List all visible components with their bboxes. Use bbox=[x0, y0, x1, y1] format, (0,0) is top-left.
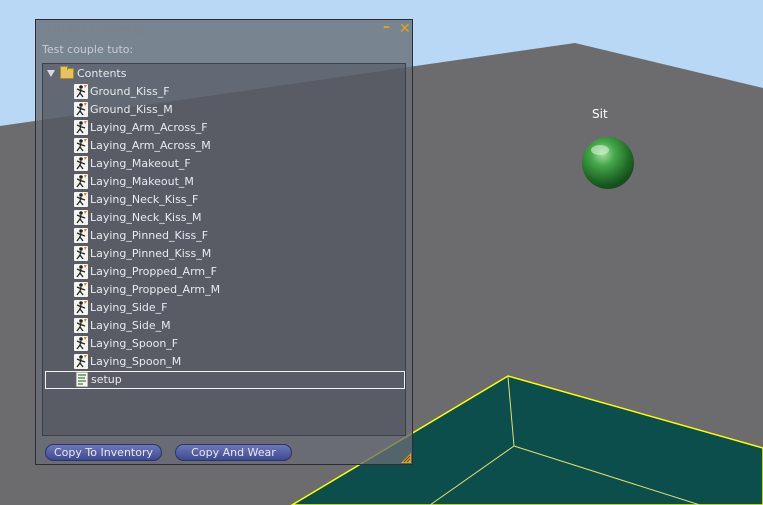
tree-item[interactable]: Laying_Makeout_M bbox=[43, 173, 405, 191]
sit-sphere[interactable] bbox=[582, 137, 634, 189]
tree-item-label: Ground_Kiss_M bbox=[90, 103, 173, 116]
tree-item[interactable]: Laying_Spoon_M bbox=[43, 353, 405, 371]
copy-to-inventory-button[interactable]: Copy To Inventory bbox=[45, 444, 162, 461]
expand-triangle-icon[interactable] bbox=[47, 70, 55, 77]
tree-item[interactable]: Laying_Makeout_F bbox=[43, 155, 405, 173]
animation-icon bbox=[74, 120, 88, 135]
tree-item[interactable]: Laying_Propped_Arm_F bbox=[43, 263, 405, 281]
window-title: Object Contents bbox=[48, 22, 145, 36]
animation-icon bbox=[74, 138, 88, 153]
tree-item[interactable]: Laying_Pinned_Kiss_M bbox=[43, 245, 405, 263]
animation-icon bbox=[74, 336, 88, 351]
animation-icon bbox=[74, 354, 88, 369]
tree-item-label: Laying_Makeout_F bbox=[90, 157, 191, 170]
tree-item-label: Laying_Neck_Kiss_M bbox=[90, 211, 202, 224]
tree-item-label: Laying_Arm_Across_M bbox=[90, 139, 211, 152]
tree-item-label: setup bbox=[91, 373, 122, 386]
resize-handle-icon[interactable] bbox=[401, 453, 411, 463]
object-contents-window[interactable]: Object Contents – ✕ Test couple tuto: Co… bbox=[35, 19, 413, 465]
animation-icon bbox=[74, 246, 88, 261]
tree-item[interactable]: Laying_Pinned_Kiss_F bbox=[43, 227, 405, 245]
tree-item[interactable]: Ground_Kiss_M bbox=[43, 101, 405, 119]
animation-icon bbox=[74, 318, 88, 333]
folder-label: Contents bbox=[77, 67, 127, 80]
tree-item-label: Laying_Spoon_F bbox=[90, 337, 179, 350]
animation-icon bbox=[74, 174, 88, 189]
tree-item-label: Laying_Propped_Arm_F bbox=[90, 265, 217, 278]
animation-icon bbox=[74, 282, 88, 297]
inventory-tree[interactable]: Contents Ground_Kiss_F Ground_Kiss_M Layin… bbox=[42, 63, 406, 436]
tree-item-label: Laying_Pinned_Kiss_F bbox=[90, 229, 209, 242]
copy-and-wear-button[interactable]: Copy And Wear bbox=[175, 444, 292, 461]
folder-icon bbox=[60, 66, 74, 79]
tree-item-label: Ground_Kiss_F bbox=[90, 85, 170, 98]
tree-folder-contents[interactable]: Contents bbox=[43, 65, 405, 83]
tree-item[interactable]: Laying_Arm_Across_F bbox=[43, 119, 405, 137]
tree-item[interactable]: Laying_Arm_Across_M bbox=[43, 137, 405, 155]
tree-item[interactable]: Laying_Propped_Arm_M bbox=[43, 281, 405, 299]
animation-icon bbox=[74, 210, 88, 225]
tree-item-label: Laying_Side_F bbox=[90, 301, 168, 314]
tree-item[interactable]: Ground_Kiss_F bbox=[43, 83, 405, 101]
tree-item-label: Laying_Neck_Kiss_F bbox=[90, 193, 199, 206]
sit-sphere-highlight bbox=[591, 145, 609, 155]
animation-icon bbox=[74, 102, 88, 117]
tree-item[interactable]: Laying_Spoon_F bbox=[43, 335, 405, 353]
script-icon bbox=[75, 371, 89, 388]
tree-item[interactable]: Laying_Side_F bbox=[43, 299, 405, 317]
tree-item[interactable]: setup bbox=[45, 371, 405, 389]
animation-icon bbox=[74, 84, 88, 99]
tree-item-label: Laying_Propped_Arm_M bbox=[90, 283, 221, 296]
tree-item-label: Laying_Pinned_Kiss_M bbox=[90, 247, 212, 260]
tree-item-label: Laying_Side_M bbox=[90, 319, 171, 332]
animation-icon bbox=[74, 156, 88, 171]
tree-item-label: Laying_Arm_Across_F bbox=[90, 121, 208, 134]
animation-icon bbox=[74, 192, 88, 207]
tree-item[interactable]: Laying_Neck_Kiss_M bbox=[43, 209, 405, 227]
tree-item[interactable]: Laying_Neck_Kiss_F bbox=[43, 191, 405, 209]
tree-item-label: Laying_Makeout_M bbox=[90, 175, 194, 188]
sit-hover-text: Sit bbox=[592, 107, 608, 121]
tree-item[interactable]: Laying_Side_M bbox=[43, 317, 405, 335]
animation-icon bbox=[74, 300, 88, 315]
object-name-label: Test couple tuto: bbox=[42, 43, 134, 56]
tree-item-label: Laying_Spoon_M bbox=[90, 355, 182, 368]
close-icon[interactable]: ✕ bbox=[399, 22, 411, 36]
animation-icon bbox=[74, 228, 88, 243]
minimize-icon[interactable]: – bbox=[383, 20, 390, 34]
animation-icon bbox=[74, 264, 88, 279]
